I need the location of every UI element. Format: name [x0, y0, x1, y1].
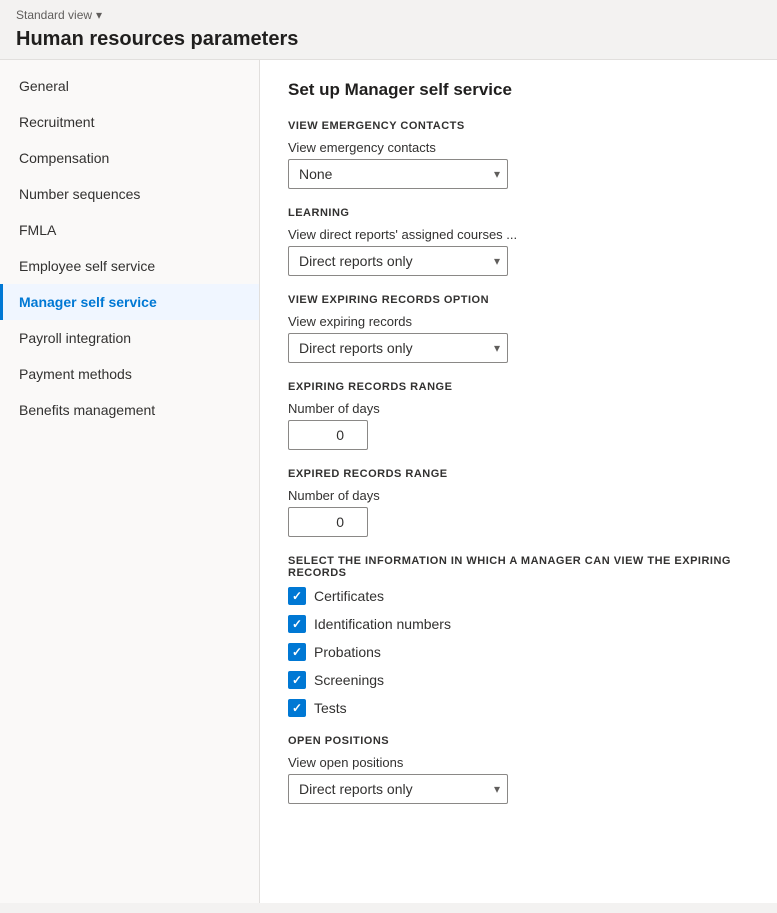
learning-section-label: LEARNING	[288, 207, 749, 219]
content-section-title: Set up Manager self service	[288, 80, 749, 100]
select-information-group: SELECT THE INFORMATION IN WHICH A MANAGE…	[288, 555, 749, 717]
page-header: Standard view ▾ Human resources paramete…	[0, 0, 777, 60]
checkmark-icon: ✓	[292, 673, 302, 687]
view-expiring-records-group: VIEW EXPIRING RECORDS OPTION View expiri…	[288, 294, 749, 363]
expired-records-range-label: Number of days	[288, 488, 749, 503]
checkbox-identification-numbers-label: Identification numbers	[314, 616, 451, 632]
sidebar: General Recruitment Compensation Number …	[0, 60, 260, 903]
page-title: Human resources parameters	[16, 24, 761, 55]
checkbox-probations-box: ✓	[288, 643, 306, 661]
standard-view-button[interactable]: Standard view ▾	[16, 8, 761, 22]
open-positions-field-label: View open positions	[288, 755, 749, 770]
checkbox-probations[interactable]: ✓ Probations	[288, 643, 749, 661]
view-expiring-records-section-label: VIEW EXPIRING RECORDS OPTION	[288, 294, 749, 306]
checkmark-icon: ✓	[292, 645, 302, 659]
checkbox-identification-numbers[interactable]: ✓ Identification numbers	[288, 615, 749, 633]
view-expiring-records-select-wrapper: None Direct reports only All reports ▾	[288, 333, 508, 363]
open-positions-group: OPEN POSITIONS View open positions None …	[288, 735, 749, 804]
expiring-records-range-label: Number of days	[288, 401, 749, 416]
open-positions-select-wrapper: None Direct reports only All reports ▾	[288, 774, 508, 804]
checkmark-icon: ✓	[292, 589, 302, 603]
checkbox-tests[interactable]: ✓ Tests	[288, 699, 749, 717]
checkmark-icon: ✓	[292, 701, 302, 715]
expiring-records-range-section-label: EXPIRING RECORDS RANGE	[288, 381, 749, 393]
chevron-down-icon: ▾	[96, 8, 102, 22]
checkmark-icon: ✓	[292, 617, 302, 631]
view-expiring-records-label: View expiring records	[288, 314, 749, 329]
learning-field-label: View direct reports' assigned courses ..…	[288, 227, 749, 242]
view-emergency-contacts-select-wrapper: None Direct reports only All reports ▾	[288, 159, 508, 189]
view-emergency-contacts-section-label: VIEW EMERGENCY CONTACTS	[288, 120, 749, 132]
checkbox-certificates-box: ✓	[288, 587, 306, 605]
learning-select-wrapper: None Direct reports only All reports ▾	[288, 246, 508, 276]
view-emergency-contacts-select[interactable]: None Direct reports only All reports	[288, 159, 508, 189]
sidebar-item-fmla[interactable]: FMLA	[0, 212, 259, 248]
checkbox-group: ✓ Certificates ✓ Identification numbers …	[288, 587, 749, 717]
view-emergency-contacts-group: VIEW EMERGENCY CONTACTS View emergency c…	[288, 120, 749, 189]
checkbox-certificates-label: Certificates	[314, 588, 384, 604]
expiring-records-range-input[interactable]	[288, 420, 368, 450]
checkbox-probations-label: Probations	[314, 644, 381, 660]
view-emergency-contacts-label: View emergency contacts	[288, 140, 749, 155]
checkbox-screenings-box: ✓	[288, 671, 306, 689]
view-expiring-records-select[interactable]: None Direct reports only All reports	[288, 333, 508, 363]
sidebar-item-recruitment[interactable]: Recruitment	[0, 104, 259, 140]
expiring-records-range-group: EXPIRING RECORDS RANGE Number of days	[288, 381, 749, 450]
expired-records-range-group: EXPIRED RECORDS RANGE Number of days	[288, 468, 749, 537]
checkbox-certificates[interactable]: ✓ Certificates	[288, 587, 749, 605]
sidebar-item-compensation[interactable]: Compensation	[0, 140, 259, 176]
sidebar-item-benefits-management[interactable]: Benefits management	[0, 392, 259, 428]
sidebar-item-number-sequences[interactable]: Number sequences	[0, 176, 259, 212]
standard-view-label: Standard view	[16, 8, 92, 22]
open-positions-select[interactable]: None Direct reports only All reports	[288, 774, 508, 804]
learning-group: LEARNING View direct reports' assigned c…	[288, 207, 749, 276]
checkbox-screenings[interactable]: ✓ Screenings	[288, 671, 749, 689]
sidebar-item-manager-self-service[interactable]: Manager self service	[0, 284, 259, 320]
checkbox-tests-box: ✓	[288, 699, 306, 717]
sidebar-item-payroll-integration[interactable]: Payroll integration	[0, 320, 259, 356]
sidebar-item-employee-self-service[interactable]: Employee self service	[0, 248, 259, 284]
select-information-section-label: SELECT THE INFORMATION IN WHICH A MANAGE…	[288, 555, 749, 579]
expired-records-range-input[interactable]	[288, 507, 368, 537]
open-positions-section-label: OPEN POSITIONS	[288, 735, 749, 747]
sidebar-item-payment-methods[interactable]: Payment methods	[0, 356, 259, 392]
main-layout: General Recruitment Compensation Number …	[0, 60, 777, 903]
checkbox-screenings-label: Screenings	[314, 672, 384, 688]
content-area: Set up Manager self service VIEW EMERGEN…	[260, 60, 777, 903]
expired-records-range-section-label: EXPIRED RECORDS RANGE	[288, 468, 749, 480]
checkbox-tests-label: Tests	[314, 700, 347, 716]
sidebar-item-general[interactable]: General	[0, 68, 259, 104]
learning-select[interactable]: None Direct reports only All reports	[288, 246, 508, 276]
checkbox-identification-numbers-box: ✓	[288, 615, 306, 633]
